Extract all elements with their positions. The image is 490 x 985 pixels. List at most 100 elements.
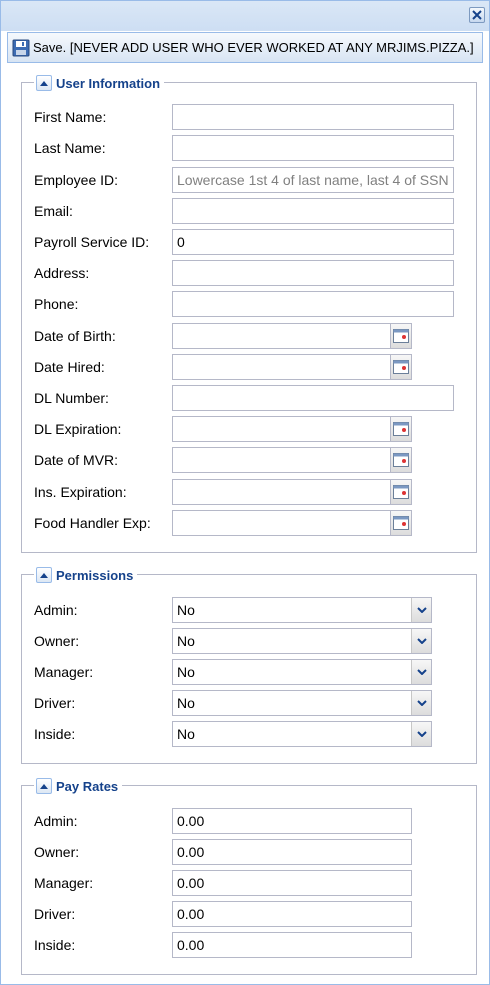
- dropdown-button[interactable]: [411, 598, 431, 622]
- pay-rates-fieldset: Pay Rates Admin: 0.00 Owner: 0.00 Manage…: [21, 777, 477, 975]
- perm-manager-select[interactable]: No: [172, 659, 432, 685]
- close-button[interactable]: [469, 7, 485, 23]
- chevron-up-icon: [40, 573, 48, 578]
- dob-input[interactable]: [172, 323, 390, 349]
- chevron-down-icon: [416, 731, 427, 737]
- email-row: Email:: [34, 198, 474, 224]
- rate-driver-label: Driver:: [34, 906, 76, 922]
- section-title: User Information: [56, 75, 161, 91]
- food-handler-calendar-button[interactable]: [390, 510, 412, 536]
- first-name-input[interactable]: [172, 104, 454, 130]
- perm-admin-select[interactable]: No: [172, 597, 432, 623]
- date-mvr-calendar-button[interactable]: [390, 447, 412, 473]
- rate-admin-row: Admin: 0.00: [34, 808, 474, 834]
- perm-manager-row: Manager: No: [34, 659, 474, 685]
- ins-expiration-calendar-button[interactable]: [390, 479, 412, 505]
- date-hired-row: Date Hired:: [34, 354, 474, 380]
- date-mvr-label: Date of MVR:: [34, 452, 119, 468]
- ins-expiration-row: Ins. Expiration:: [34, 479, 474, 505]
- rate-admin-label: Admin:: [34, 813, 78, 829]
- perm-manager-label: Manager:: [34, 664, 94, 680]
- toolbar: Save. [NEVER ADD USER WHO EVER WORKED AT…: [7, 32, 483, 63]
- perm-inside-select[interactable]: No: [172, 721, 432, 747]
- window-titlebar: [1, 1, 489, 31]
- dl-expiration-label: DL Expiration:: [34, 421, 122, 437]
- perm-owner-row: Owner: No: [34, 628, 474, 654]
- phone-input[interactable]: [172, 291, 454, 317]
- rate-admin-input[interactable]: 0.00: [172, 808, 412, 834]
- section-title: Permissions: [56, 567, 134, 583]
- save-button-label: Save. [NEVER ADD USER WHO EVER WORKED AT…: [33, 40, 474, 55]
- rate-owner-input[interactable]: 0.00: [172, 839, 412, 865]
- user-information-header: User Information: [34, 74, 165, 92]
- dl-expiration-calendar-button[interactable]: [390, 416, 412, 442]
- rate-inside-row: Inside: 0.00: [34, 932, 474, 958]
- select-value: No: [177, 695, 195, 711]
- rate-manager-label: Manager:: [34, 875, 94, 891]
- address-input[interactable]: [172, 260, 454, 286]
- perm-admin-label: Admin:: [34, 602, 78, 618]
- employee-id-label: Employee ID:: [34, 172, 119, 188]
- food-handler-row: Food Handler Exp:: [34, 510, 474, 536]
- calendar-icon: [393, 485, 409, 499]
- chevron-down-icon: [416, 700, 427, 706]
- collapse-toggle-button[interactable]: [36, 75, 52, 91]
- rate-owner-row: Owner: 0.00: [34, 839, 474, 865]
- employee-id-input[interactable]: Lowercase 1st 4 of last name, last 4 of …: [172, 167, 454, 193]
- ins-expiration-input[interactable]: [172, 479, 390, 505]
- dropdown-button[interactable]: [411, 660, 431, 684]
- food-handler-label: Food Handler Exp:: [34, 515, 151, 531]
- dropdown-button[interactable]: [411, 629, 431, 653]
- food-handler-input[interactable]: [172, 510, 390, 536]
- collapse-toggle-button[interactable]: [36, 567, 52, 583]
- payroll-id-input[interactable]: 0: [172, 229, 454, 255]
- dropdown-button[interactable]: [411, 691, 431, 715]
- calendar-icon: [393, 453, 409, 467]
- perm-owner-select[interactable]: No: [172, 628, 432, 654]
- last-name-input[interactable]: [172, 135, 454, 161]
- perm-driver-label: Driver:: [34, 695, 76, 711]
- phone-row: Phone:: [34, 291, 474, 317]
- first-name-label: First Name:: [34, 109, 107, 125]
- payroll-id-row: Payroll Service ID: 0: [34, 229, 474, 255]
- select-value: No: [177, 633, 195, 649]
- email-input[interactable]: [172, 198, 454, 224]
- chevron-down-icon: [416, 669, 427, 675]
- chevron-down-icon: [416, 607, 427, 613]
- date-mvr-input[interactable]: [172, 447, 390, 473]
- perm-admin-row: Admin: No: [34, 597, 474, 623]
- rate-manager-input[interactable]: 0.00: [172, 870, 412, 896]
- dob-calendar-button[interactable]: [390, 323, 412, 349]
- dl-number-row: DL Number:: [34, 385, 474, 411]
- collapse-toggle-button[interactable]: [36, 778, 52, 794]
- date-hired-calendar-button[interactable]: [390, 354, 412, 380]
- chevron-up-icon: [40, 81, 48, 86]
- rate-driver-input[interactable]: 0.00: [172, 901, 412, 927]
- permissions-fieldset: Permissions Admin: No Owner: No Manager:: [21, 566, 477, 764]
- select-value: No: [177, 664, 195, 680]
- perm-driver-select[interactable]: No: [172, 690, 432, 716]
- last-name-row: Last Name:: [34, 135, 474, 161]
- dl-expiration-input[interactable]: [172, 416, 390, 442]
- rate-inside-input[interactable]: 0.00: [172, 932, 412, 958]
- employee-id-row: Employee ID: Lowercase 1st 4 of last nam…: [34, 167, 474, 193]
- perm-inside-row: Inside: No: [34, 721, 474, 747]
- dropdown-button[interactable]: [411, 722, 431, 746]
- save-button[interactable]: Save. [NEVER ADD USER WHO EVER WORKED AT…: [12, 36, 474, 60]
- first-name-row: First Name:: [34, 104, 474, 130]
- rate-owner-label: Owner:: [34, 844, 80, 860]
- select-value: No: [177, 602, 195, 618]
- perm-inside-label: Inside:: [34, 726, 76, 742]
- dl-number-input[interactable]: [172, 385, 454, 411]
- select-value: No: [177, 726, 195, 742]
- dob-row: Date of Birth:: [34, 323, 474, 349]
- rate-manager-row: Manager: 0.00: [34, 870, 474, 896]
- section-title: Pay Rates: [56, 778, 119, 794]
- user-edit-window: Save. [NEVER ADD USER WHO EVER WORKED AT…: [0, 0, 490, 985]
- perm-owner-label: Owner:: [34, 633, 80, 649]
- pay-rates-header: Pay Rates: [34, 777, 123, 795]
- calendar-icon: [393, 360, 409, 374]
- ins-expiration-label: Ins. Expiration:: [34, 484, 127, 500]
- email-label: Email:: [34, 203, 73, 219]
- date-hired-input[interactable]: [172, 354, 390, 380]
